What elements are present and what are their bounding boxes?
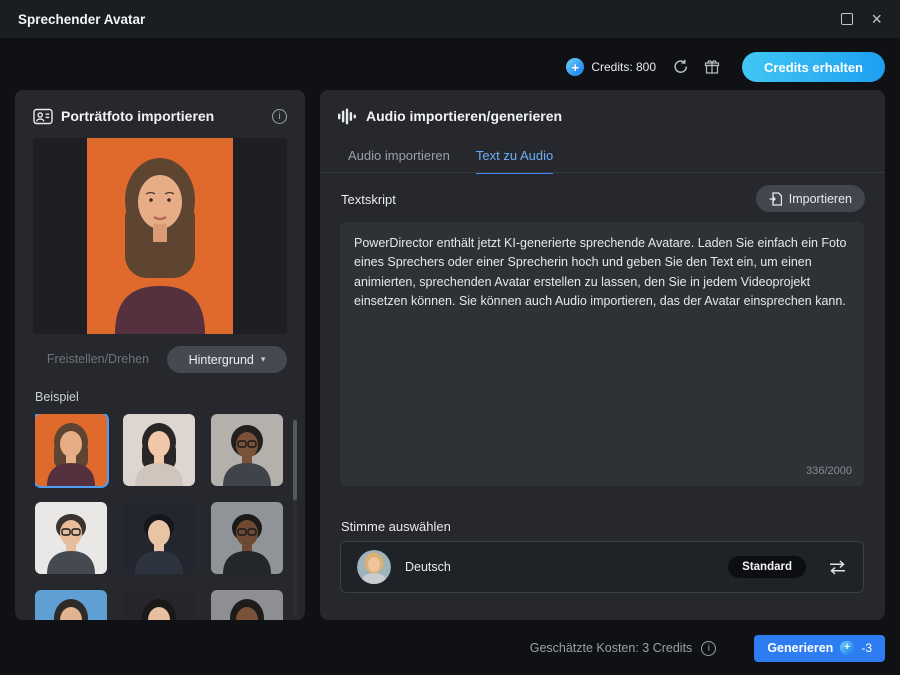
- example-thumb-8[interactable]: [123, 590, 195, 620]
- credit-coin-icon-small: +: [840, 641, 855, 655]
- tab-1[interactable]: Text zu Audio: [475, 148, 554, 174]
- example-thumb-2[interactable]: [123, 414, 195, 486]
- tab-0[interactable]: Audio importieren: [348, 148, 450, 174]
- examples-label: Beispiel: [35, 390, 79, 404]
- example-thumb-7[interactable]: [35, 590, 107, 620]
- example-thumb-9[interactable]: [211, 590, 283, 620]
- window-controls: ×: [841, 10, 882, 28]
- portrait-photo: [87, 138, 233, 334]
- crop-rotate-button[interactable]: Freistellen/Drehen: [37, 347, 159, 372]
- portrait-panel-title: Porträtfoto importieren: [61, 108, 215, 124]
- thumbnails-scrollbar[interactable]: [293, 420, 297, 618]
- background-button-label: Hintergrund: [188, 352, 254, 367]
- audio-panel-title: Audio importieren/generieren: [366, 108, 563, 124]
- refresh-icon[interactable]: [672, 59, 688, 75]
- tab-divider: [320, 172, 885, 173]
- credits-balance: Credits: 800: [591, 60, 657, 74]
- portrait-card-icon: [33, 108, 53, 130]
- titlebar: Sprechender Avatar ×: [0, 0, 900, 38]
- audio-panel: Audio importieren/generieren Audio impor…: [320, 90, 885, 620]
- textscript-label: Textskript: [341, 192, 396, 207]
- generate-button[interactable]: Generieren + -3: [754, 634, 885, 662]
- estimated-cost-label: Geschätzte Kosten: 3 Credits: [529, 641, 693, 655]
- footer-bar: Geschätzte Kosten: 3 Credits i Generiere…: [0, 621, 900, 675]
- swap-voice-icon[interactable]: [828, 559, 847, 575]
- portrait-panel: Porträtfoto importieren i Freistellen/Dr…: [15, 90, 305, 620]
- script-text: PowerDirector enthält jetzt KI-generiert…: [354, 236, 847, 309]
- audio-tabs: Audio importieren Text zu Audio: [348, 148, 554, 174]
- window-title: Sprechender Avatar: [18, 11, 146, 27]
- voice-name: Deutsch: [405, 560, 451, 574]
- example-thumb-6[interactable]: [211, 502, 283, 574]
- thumbnails-scrollbar-thumb[interactable]: [293, 420, 297, 500]
- import-button[interactable]: Importieren: [755, 185, 865, 212]
- credit-delta: -3: [861, 641, 872, 655]
- get-credits-button[interactable]: Credits erhalten: [742, 52, 885, 82]
- gift-icon[interactable]: [704, 59, 720, 75]
- close-icon[interactable]: ×: [871, 10, 882, 28]
- char-count: 336/2000: [806, 464, 852, 477]
- credits-row: + Credits: 800 Credits erhalten: [566, 52, 885, 82]
- credit-coin-icon: +: [566, 58, 585, 76]
- example-thumb-1[interactable]: [35, 414, 107, 486]
- background-button[interactable]: Hintergrund ▾: [167, 346, 287, 373]
- cost-info-icon[interactable]: i: [701, 640, 717, 656]
- chevron-down-icon: ▾: [260, 354, 266, 364]
- portrait-photo-box: [33, 138, 287, 334]
- voice-selector[interactable]: Deutsch Standard: [340, 541, 864, 593]
- voice-style-badge: Standard: [728, 556, 806, 578]
- script-textarea[interactable]: PowerDirector enthält jetzt KI-generiert…: [340, 222, 864, 486]
- import-button-label: Importieren: [788, 191, 852, 206]
- example-thumbnails-grid: [35, 414, 283, 620]
- generate-button-label: Generieren: [767, 641, 834, 655]
- example-thumb-3[interactable]: [211, 414, 283, 486]
- example-thumb-4[interactable]: [35, 502, 107, 574]
- waveform-icon: [338, 108, 356, 130]
- portrait-info-icon[interactable]: i: [272, 109, 287, 124]
- example-thumb-5[interactable]: [123, 502, 195, 574]
- voice-select-label: Stimme auswählen: [341, 519, 451, 534]
- voice-avatar: [357, 550, 391, 584]
- maximize-icon[interactable]: [841, 13, 854, 25]
